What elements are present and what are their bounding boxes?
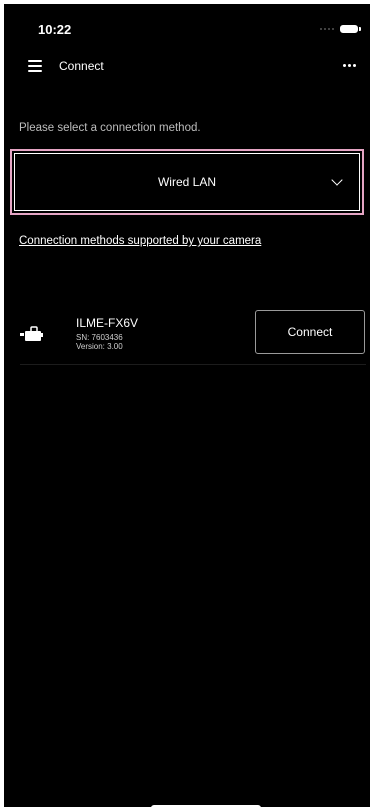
connection-method-value: Wired LAN	[157, 175, 216, 189]
connect-button[interactable]: Connect	[255, 310, 365, 354]
app-header: Connect	[4, 56, 370, 80]
device-list-item: ILME-FX6V SN: 7603436 Version: 3.00 Conn…	[20, 306, 366, 365]
more-dots-icon[interactable]	[343, 64, 356, 67]
connection-method-select[interactable]: Wired LAN	[14, 153, 360, 211]
status-time: 10:22	[38, 22, 72, 37]
camera-icon	[20, 326, 43, 341]
supported-methods-link[interactable]: Connection methods supported by your cam…	[19, 235, 261, 247]
connection-prompt: Please select a connection method.	[19, 122, 201, 134]
device-name: ILME-FX6V	[76, 316, 139, 330]
battery-icon	[340, 25, 361, 33]
page-title: Connect	[59, 59, 104, 73]
chevron-down-icon	[331, 174, 343, 186]
app-screen: 10:22 Connect Please select a connection…	[4, 4, 370, 807]
signal-dots-icon	[320, 28, 334, 30]
hamburger-menu-icon[interactable]	[28, 60, 42, 72]
device-version: Version: 3.00	[76, 342, 123, 351]
device-serial-number: SN: 7603436	[76, 333, 123, 342]
status-icons	[320, 25, 361, 33]
